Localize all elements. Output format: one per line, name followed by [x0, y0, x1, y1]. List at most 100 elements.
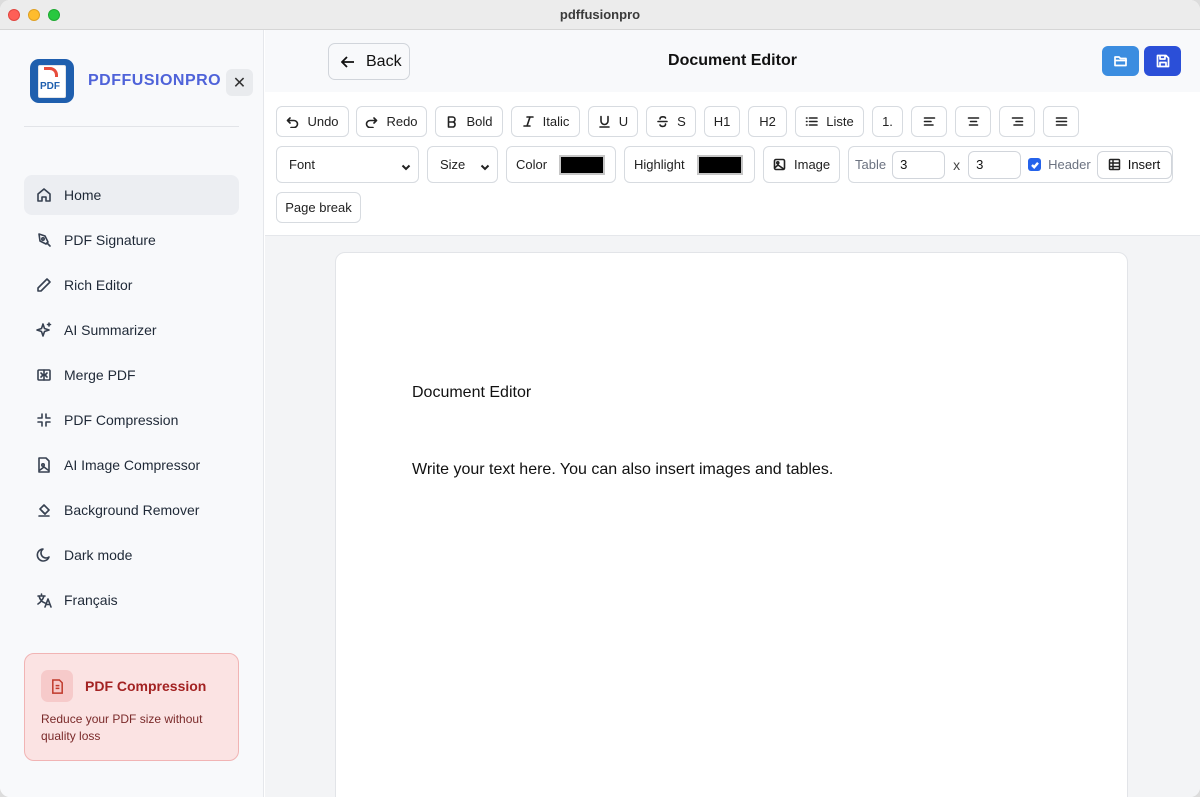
redo-label: Redo: [386, 114, 418, 129]
brand: PDF PDFFUSIONPRO: [30, 59, 221, 103]
strikethrough-button[interactable]: S: [646, 106, 696, 137]
zoom-window-button[interactable]: [48, 9, 60, 21]
list-icon: [805, 117, 819, 126]
close-window-button[interactable]: [8, 9, 20, 21]
save-button[interactable]: [1144, 46, 1181, 76]
sidebar-item-label: Rich Editor: [64, 277, 133, 293]
align-center-button[interactable]: [955, 106, 991, 137]
align-right-button[interactable]: [999, 106, 1035, 137]
underline-label: U: [618, 114, 629, 129]
underline-icon: [598, 115, 610, 128]
highlight-label: Highlight: [634, 157, 685, 172]
sidebar-item-background-remover[interactable]: Background Remover: [24, 490, 239, 530]
open-file-button[interactable]: [1102, 46, 1139, 76]
table-cols-input[interactable]: 3: [968, 150, 1022, 179]
header-checkbox[interactable]: [1028, 158, 1042, 171]
languages-icon: [36, 592, 52, 608]
italic-icon: [522, 116, 534, 127]
heading2-label: H2: [759, 114, 776, 129]
pen-tool-icon: [36, 232, 52, 248]
bold-icon: [448, 116, 457, 128]
editor-toolbar: Undo Redo Bold Italic U S H1 H2 Liste 1.…: [265, 92, 1200, 236]
header-label: Header: [1048, 157, 1091, 172]
document-heading[interactable]: Document Editor: [412, 384, 531, 402]
app-logo-icon: PDF: [30, 59, 74, 103]
eraser-icon: [36, 502, 52, 518]
underline-button[interactable]: U: [588, 106, 638, 137]
app-window: pdffusionpro PDF PDFFUSIONPRO ✕ Home PDF…: [0, 0, 1200, 797]
sidebar-item-label: AI Summarizer: [64, 322, 157, 338]
sidebar-item-language[interactable]: Français: [24, 580, 239, 620]
undo-icon: [287, 117, 299, 128]
sidebar: PDF PDFFUSIONPRO ✕ Home PDF Signature Ri…: [0, 30, 264, 797]
table-label: Table: [855, 157, 887, 172]
home-icon: [36, 187, 52, 203]
sparkles-icon: [36, 322, 52, 338]
align-justify-button[interactable]: [1043, 106, 1079, 137]
document-body-text[interactable]: Write your text here. You can also inser…: [412, 461, 833, 479]
image-label: Image: [794, 157, 831, 172]
bold-label: Bold: [466, 114, 493, 129]
chevron-down-icon: [480, 160, 490, 170]
highlight-control: Highlight: [624, 146, 755, 183]
page-title: Document Editor: [668, 52, 797, 69]
size-select-value: Size: [440, 157, 466, 172]
insert-label: Insert: [1127, 157, 1161, 172]
insert-table-button[interactable]: Insert: [1096, 150, 1172, 179]
sidebar-item-pdf-signature[interactable]: PDF Signature: [24, 220, 239, 260]
heading1-button[interactable]: H1: [704, 106, 740, 137]
redo-button[interactable]: Redo: [356, 106, 427, 137]
table-icon: [1108, 158, 1120, 171]
align-left-button[interactable]: [911, 106, 947, 137]
sidebar-item-label: Background Remover: [64, 502, 200, 518]
bold-button[interactable]: Bold: [435, 106, 503, 137]
promo-card[interactable]: PDF Compression Reduce your PDF size wit…: [24, 653, 239, 761]
insert-image-button[interactable]: Image: [763, 146, 840, 183]
page-break-button[interactable]: Page break: [276, 192, 361, 223]
sidebar-item-merge-pdf[interactable]: Merge PDF: [24, 355, 239, 395]
brand-name: PDFFUSIONPRO: [88, 72, 222, 89]
check-icon: [1030, 161, 1039, 169]
strikethrough-icon: [657, 116, 668, 128]
sidebar-item-label: Merge PDF: [64, 367, 136, 383]
sidebar-item-home[interactable]: Home: [24, 175, 239, 215]
sidebar-divider: [24, 126, 239, 127]
sidebar-item-dark-mode[interactable]: Dark mode: [24, 535, 239, 575]
table-rows-input[interactable]: 3: [892, 150, 946, 179]
minimize-window-button[interactable]: [28, 9, 40, 21]
sidebar-item-label: PDF Compression: [64, 412, 179, 428]
sidebar-item-rich-editor[interactable]: Rich Editor: [24, 265, 239, 305]
sidebar-item-ai-image-compressor[interactable]: AI Image Compressor: [24, 445, 239, 485]
ordered-list-button[interactable]: 1.: [872, 106, 903, 137]
moon-icon: [36, 547, 52, 563]
promo-text: Reduce your PDF size without quality los…: [41, 712, 203, 743]
undo-button[interactable]: Undo: [276, 106, 349, 137]
size-select[interactable]: Size: [427, 146, 498, 183]
sidebar-item-label: Dark mode: [64, 547, 133, 563]
italic-label: Italic: [542, 114, 570, 129]
highlight-color-picker[interactable]: [696, 154, 743, 175]
text-color-picker[interactable]: [559, 154, 606, 175]
heading2-button[interactable]: H2: [748, 106, 787, 137]
main-area: Back Document Editor Undo Redo Bold Ital…: [265, 30, 1200, 797]
heading1-label: H1: [713, 114, 731, 129]
font-select[interactable]: Font: [276, 146, 419, 183]
align-left-icon: [923, 117, 935, 126]
file-text-icon: [41, 670, 73, 702]
bullet-list-label: Liste: [826, 114, 854, 129]
color-label: Color: [516, 157, 548, 172]
folder-open-icon: [1113, 56, 1127, 67]
close-sidebar-button[interactable]: ✕: [226, 69, 253, 96]
sidebar-item-ai-summarizer[interactable]: AI Summarizer: [24, 310, 239, 350]
sidebar-item-label: PDF Signature: [64, 232, 156, 248]
table-control: Table 3 x 3 Header Insert: [848, 146, 1173, 183]
header-bar: Back Document Editor: [265, 30, 1200, 92]
close-icon: ✕: [232, 74, 247, 92]
header-actions: [1102, 46, 1181, 76]
bullet-list-button[interactable]: Liste: [795, 106, 864, 137]
italic-button[interactable]: Italic: [511, 106, 580, 137]
align-right-icon: [1011, 117, 1023, 126]
sidebar-item-pdf-compression[interactable]: PDF Compression: [24, 400, 239, 440]
document-page[interactable]: Document Editor Write your text here. Yo…: [335, 252, 1128, 797]
image-icon: [773, 158, 786, 171]
